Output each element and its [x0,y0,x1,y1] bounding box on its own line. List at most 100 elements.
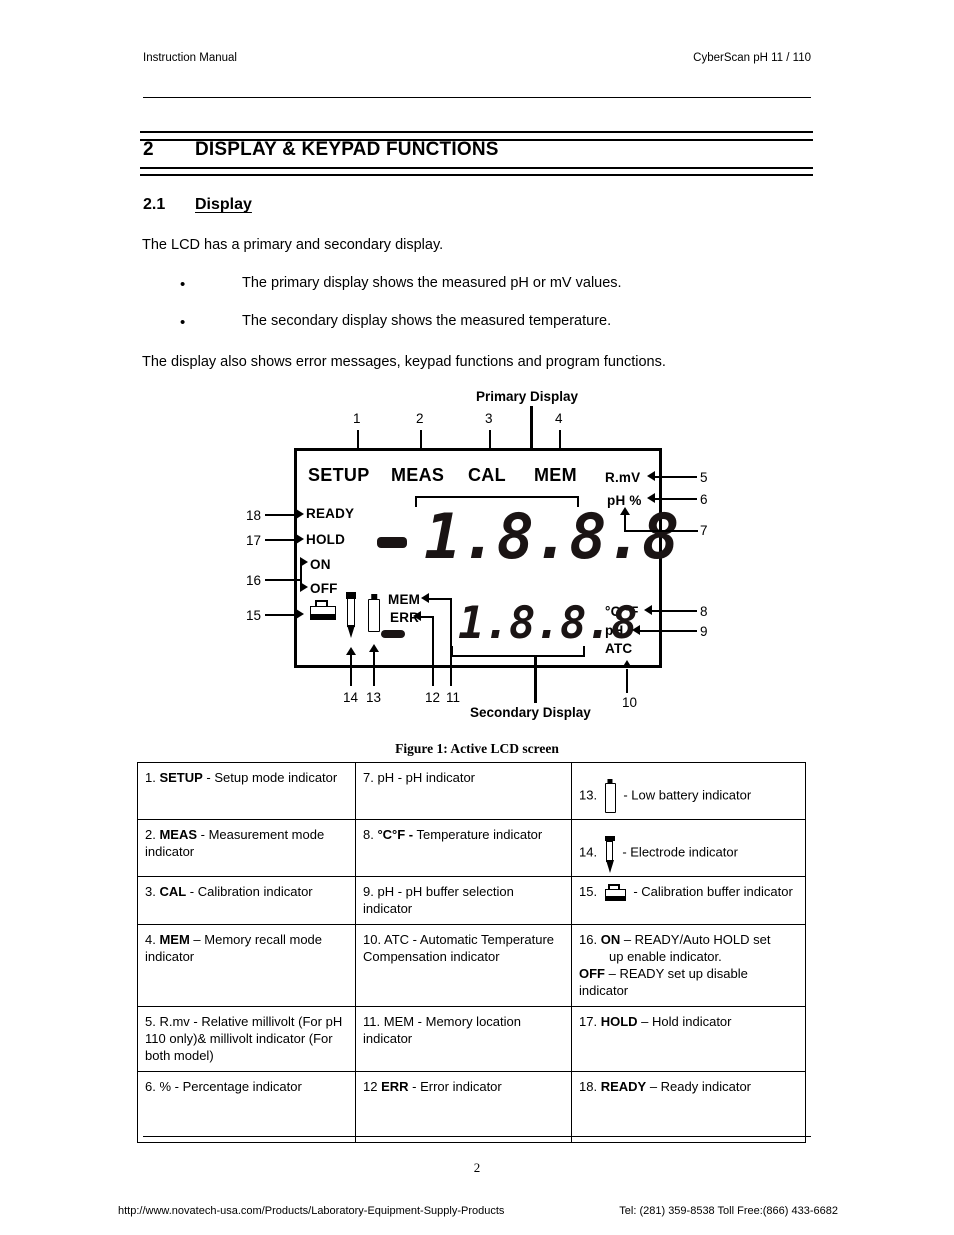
callout-18: 18 [246,508,262,523]
item-number: 17. [579,1013,598,1029]
secondary-display-leader [534,655,537,703]
table-row: 4. MEM – Memory recall mode indicator 10… [137,923,806,1007]
callout-10-arrow-icon [622,660,632,668]
item-bold: ON [600,931,621,947]
page-number: 2 [473,1160,481,1175]
item-text: – Ready indicator [646,1078,751,1094]
legend-cell-17: 17. HOLD – Hold indicator [571,1005,806,1072]
item-number: 8. [363,827,374,842]
callout-14: 14 [343,690,359,705]
callout-8-leader [652,610,697,612]
item-number: 9. [363,884,374,899]
item-bold: SETUP [159,770,203,785]
legend-cell-12: 12 ERR - Error indicator [355,1070,572,1143]
legend-cell-4: 4. MEM – Memory recall mode indicator [137,923,356,1007]
item-text: - Calibration buffer indicator [629,884,793,899]
callout-7-leader-v [624,515,626,531]
legend-cell-5: 5. R.mv - Relative millivolt (For pH 110… [137,1005,356,1072]
table-row: 6. % - Percentage indicator 12 ERR - Err… [137,1070,806,1143]
item-text: - Calibration indicator [186,884,313,899]
item-number: 15. [579,884,598,899]
callout-6: 6 [700,492,708,507]
battery-icon [368,594,380,632]
legend-cell-8: 8. °C°F - Temperature indicator [355,819,572,877]
battery-icon [604,779,616,813]
item-bold: READY [600,1078,647,1094]
item-text: – Hold indicator [637,1013,732,1029]
footer-row: http://www.novatech-usa.com/Products/Lab… [118,1205,838,1221]
item-number: 10. [363,931,382,947]
legend-cell-10: 10. ATC - Automatic Temperature Compensa… [355,923,572,1007]
callout-6-arrow-icon [647,493,655,503]
item-text: – READY/Auto HOLD set [620,931,771,947]
primary-display-value: 1.8.8.8 [424,500,679,573]
item-number: 11. [363,1013,381,1029]
callout-4: 4 [555,411,563,426]
item-number: 4. [145,931,156,947]
callout-5-arrow-icon [647,471,655,481]
callout-13-arrow-icon [369,644,379,652]
lcd-figure: Primary Display 1 2 3 4 SETUP MEAS CAL M… [0,0,954,735]
callout-18-arrow-icon [296,509,304,519]
primary-minus-sign-icon [377,537,407,548]
lcd-label-setup: SETUP [308,465,370,485]
item-number: 3. [145,884,156,899]
callout-15-arrow-icon [296,609,304,619]
legend-table: 1. SETUP - Setup mode indicator 7. pH - … [137,762,806,1143]
electrode-icon [346,592,356,639]
item-number: 18. [579,1078,598,1094]
lcd-label-mem-small: MEM [388,592,421,607]
secondary-display-bracket [451,646,585,657]
callout-8-arrow-icon [644,605,652,615]
legend-cell-13: 13. - Low battery indicator [571,762,806,820]
footer-url: http://www.novatech-usa.com/Products/Lab… [118,1205,505,1217]
item-number: 16. [579,931,598,947]
callout-3: 3 [485,411,493,426]
item-number: 14. [579,844,598,860]
legend-cell-18: 18. READY – Ready indicator [571,1070,806,1143]
callout-17-leader [265,539,297,541]
callout-7-arrow-icon [620,507,630,515]
callout-9: 9 [700,624,708,639]
item-text: % - Percentage indicator [159,1078,302,1094]
footer-contact: Tel: (281) 359-8538 Toll Free:(866) 433-… [619,1205,838,1217]
lcd-label-ready: READY [306,506,355,521]
callout-1: 1 [353,411,361,426]
item-text-line2: up enable indicator. [609,948,722,964]
lcd-label-meas: MEAS [391,465,445,485]
item-bold: CAL [159,884,187,899]
item-text: - Error indicator [408,1078,502,1094]
callout-10-leader [626,669,628,693]
item-bold: °C°F - [377,827,414,842]
callout-6-leader [655,498,697,500]
callout-12-arrow-icon [413,611,421,621]
legend-cell-1: 1. SETUP - Setup mode indicator [137,762,356,820]
item-text-2: – READY set up disable indicator [579,966,748,999]
item-text: pH - pH indicator [377,770,476,785]
legend-cell-14: 14. - Electrode indicator [571,819,806,877]
callout-9-arrow-icon [632,625,640,635]
legend-cell-2: 2. MEAS - Measurement mode indicator [137,819,356,877]
callout-13: 13 [366,690,382,705]
item-text: pH - pH buffer selection indicator [363,884,514,917]
legend-cell-7: 7. pH - pH indicator [355,762,572,820]
legend-cell-9: 9. pH - pH buffer selection indicator [355,876,572,925]
legend-cell-6: 6. % - Percentage indicator [137,1070,356,1143]
lcd-label-off: OFF [310,581,338,596]
callout-15-leader [265,614,297,616]
item-text: MEM - Memory location indicator [363,1013,521,1046]
callout-15: 15 [246,608,262,623]
callout-12-leader-v [432,616,434,686]
callout-16-arrow-on-icon [300,557,308,567]
lcd-label-hold: HOLD [306,532,346,547]
item-bold: MEM [159,931,190,947]
table-row: 5. R.mv - Relative millivolt (For pH 110… [137,1005,806,1072]
callout-5: 5 [700,470,708,485]
callout-16-leader-h [265,579,301,581]
item-number: 2. [145,827,156,842]
figure-caption: Figure 1: Active LCD screen [395,741,559,756]
legend-cell-3: 3. CAL - Calibration indicator [137,876,356,925]
item-number: 6. [145,1078,156,1094]
item-text: R.mv - Relative millivolt (For pH 110 on… [145,1013,343,1064]
callout-13-leader [373,652,375,686]
